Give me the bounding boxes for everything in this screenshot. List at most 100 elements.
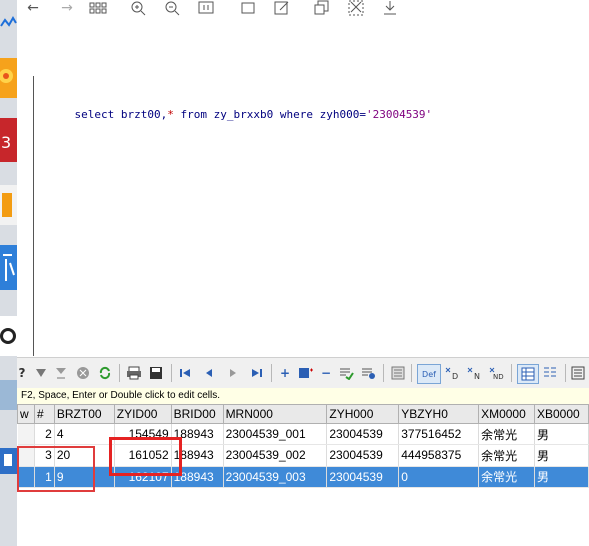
sql-editor[interactable]: select brzt00,* from zy_brxxb0 where zyh… <box>17 76 589 356</box>
filter-down-icon[interactable] <box>33 364 49 382</box>
table-row-selected[interactable]: 1 9 162107 188943 23004539_003 23004539 … <box>17 466 589 489</box>
default-values-label: Def <box>422 369 436 379</box>
sql-table-name: zy_brxxb0 <box>206 108 274 121</box>
zoom-in-icon[interactable] <box>129 0 147 17</box>
sql-condition: zyh000= <box>312 108 366 121</box>
text-view-icon[interactable] <box>569 364 587 382</box>
grid-icon[interactable] <box>87 0 109 17</box>
default-values-button[interactable]: Def <box>417 364 441 384</box>
cell-xb0000[interactable]: 男 <box>534 423 589 446</box>
svg-text:D: D <box>452 372 458 380</box>
cell-zyh000[interactable]: 23004539 <box>326 444 400 467</box>
cancel-icon[interactable] <box>75 364 91 382</box>
annotation-box-zyid <box>109 437 182 476</box>
first-record-icon[interactable] <box>177 364 193 382</box>
column-header[interactable]: w <box>17 404 35 424</box>
app-icon-amber[interactable] <box>0 185 17 225</box>
sql-keyword-where: where <box>273 108 313 121</box>
editor-gutter-line <box>33 76 34 356</box>
grid-header-row: w # BRZT00 ZYID00 BRID00 MRN000 ZYH000 Y… <box>17 404 589 424</box>
column-header[interactable]: XB0000 <box>533 404 589 424</box>
save-icon[interactable] <box>147 364 165 382</box>
toolbar-separator <box>383 364 384 382</box>
cancel-edit-icon[interactable] <box>359 364 377 382</box>
sql-keyword-select: select <box>74 108 115 121</box>
cell-ybzyh0[interactable]: 0 <box>398 466 480 489</box>
column-header[interactable]: ZYID00 <box>113 404 172 424</box>
copy-icon[interactable] <box>313 0 331 17</box>
cell-ybzyh0[interactable]: 377516452 <box>398 423 480 446</box>
desktop-icon-strip: 3 <box>0 0 17 546</box>
annotation-box-rows <box>17 446 95 492</box>
column-header[interactable]: BRID00 <box>170 404 224 424</box>
svg-text:N: N <box>474 372 480 380</box>
toolbar-separator <box>271 364 272 382</box>
svg-text:ND: ND <box>493 373 504 380</box>
sql-literal: '23004539' <box>365 108 433 121</box>
toolbar-separator <box>511 364 512 382</box>
grid-view-icon[interactable] <box>517 364 539 384</box>
sql-query-line[interactable]: select brzt00,* from zy_brxxb0 where zyh… <box>48 95 433 134</box>
cell-mrn000[interactable]: 23004539_002 <box>223 444 328 467</box>
app-icon-blue[interactable] <box>0 245 17 290</box>
column-header[interactable]: ZYH000 <box>326 404 400 424</box>
last-record-icon[interactable] <box>249 364 265 382</box>
fit-icon[interactable] <box>197 0 215 17</box>
cell-xb0000[interactable]: 男 <box>534 466 589 489</box>
rectangle-icon[interactable] <box>239 0 257 17</box>
insert-record-icon[interactable]: + <box>277 364 293 382</box>
null-nd-icon[interactable]: ND <box>487 364 507 382</box>
table-row[interactable]: 2 4 154549 188943 23004539_001 23004539 … <box>17 423 589 446</box>
cell-ybzyh0[interactable]: 444958375 <box>398 444 480 467</box>
record-view-icon[interactable] <box>541 364 559 382</box>
cell-zyh000[interactable]: 23004539 <box>326 423 400 446</box>
cell-xm0000[interactable]: 余常光 <box>478 444 535 467</box>
table-row[interactable]: 3 20 161052 188943 23004539_002 23004539… <box>17 444 589 467</box>
column-header[interactable]: # <box>33 404 55 424</box>
cell-xm0000[interactable]: 余常光 <box>478 423 535 446</box>
sql-columns: brzt00, <box>114 108 168 121</box>
cut-icon[interactable] <box>347 0 365 17</box>
app-icon-doc[interactable] <box>0 448 17 474</box>
refresh-icon[interactable] <box>97 364 113 382</box>
sql-star: * <box>167 108 174 121</box>
column-header[interactable]: YBZYH0 <box>398 404 480 424</box>
app-icon-red[interactable]: 3 <box>0 118 17 162</box>
null-n-icon[interactable]: N <box>465 364 485 382</box>
back-arrow-icon[interactable]: ← <box>25 0 41 17</box>
download-icon[interactable] <box>381 0 399 17</box>
filter-icon[interactable] <box>53 364 69 382</box>
top-toolbar: ← → <box>17 0 589 20</box>
cell-mrn000[interactable]: 23004539_003 <box>223 466 328 489</box>
delete-record-icon[interactable]: − <box>319 364 333 382</box>
next-record-icon[interactable] <box>225 364 241 382</box>
row-indicator[interactable] <box>17 423 35 446</box>
prev-record-icon[interactable] <box>201 364 217 382</box>
edit-icon[interactable] <box>273 0 291 17</box>
app-icon-orange[interactable] <box>0 58 17 98</box>
app-icon-wave[interactable] <box>0 14 17 32</box>
zoom-out-icon[interactable] <box>163 0 181 17</box>
result-grid[interactable]: w # BRZT00 ZYID00 BRID00 MRN000 ZYH000 Y… <box>17 404 589 489</box>
form-view-icon[interactable] <box>389 364 407 382</box>
cell-brzt00[interactable]: 4 <box>54 423 115 446</box>
column-header[interactable]: XM0000 <box>478 404 535 424</box>
cell-zyh000[interactable]: 23004539 <box>326 466 400 489</box>
app-icon-panda[interactable] <box>0 316 17 356</box>
toolbar-separator <box>171 364 172 382</box>
forward-arrow-icon[interactable]: → <box>59 0 75 17</box>
column-header[interactable]: BRZT00 <box>53 404 115 424</box>
toolbar-separator <box>565 364 566 382</box>
help-button[interactable]: ? <box>17 364 27 382</box>
cell-mrn000[interactable]: 23004539_001 <box>223 423 328 446</box>
cell-rownum[interactable]: 2 <box>34 423 55 446</box>
cell-xb0000[interactable]: 男 <box>534 444 589 467</box>
print-icon[interactable] <box>125 364 143 382</box>
app-icon-small[interactable] <box>0 380 17 410</box>
column-header[interactable]: MRN000 <box>222 404 328 424</box>
null-d-icon[interactable]: D <box>443 364 463 382</box>
cell-xm0000[interactable]: 余常光 <box>478 466 535 489</box>
insert-multiple-icon[interactable] <box>297 364 315 382</box>
post-edit-icon[interactable] <box>337 364 355 382</box>
edit-hint-text: F2, Space, Enter or Double click to edit… <box>17 388 589 404</box>
